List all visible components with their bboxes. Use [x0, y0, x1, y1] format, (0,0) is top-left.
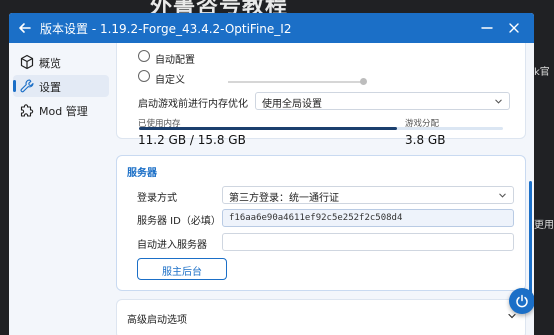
sidebar-item-overview[interactable]: 概览	[13, 51, 109, 73]
radio-custom-label: 自定义	[155, 75, 185, 86]
settings-window: 版本设置 - 1.19.2-Forge_43.4.2-OptiFine_I2 概…	[9, 13, 534, 335]
chevron-down-icon	[495, 99, 502, 104]
optimize-select-value: 使用全局设置	[262, 99, 322, 110]
login-method-select[interactable]: 第三方登录：统一通行证	[222, 186, 514, 204]
sidebar-item-label: 设置	[39, 81, 61, 94]
sidebar: 概览 设置 Mod 管理	[9, 43, 112, 335]
advanced-options-title: 高级启动选项	[127, 315, 187, 326]
close-icon[interactable]	[506, 20, 522, 36]
sidebar-item-label: Mod 管理	[39, 105, 88, 118]
cube-icon	[20, 54, 34, 70]
optimize-select[interactable]: 使用全局设置	[255, 92, 510, 110]
background-edge-text: 更用	[534, 220, 554, 231]
server-id-input[interactable]: f16aa6e90a4611ef92c5e252f2c508d4	[222, 209, 514, 227]
scrollbar[interactable]	[529, 181, 532, 303]
chevron-down-icon	[499, 193, 506, 198]
sidebar-item-mod-manager[interactable]: Mod 管理	[13, 99, 109, 121]
login-method-value: 第三方登录：统一通行证	[229, 193, 339, 204]
sidebar-item-label: 概览	[39, 57, 61, 70]
server-id-label: 服务器 ID（必填）	[137, 216, 221, 227]
memory-slider-thumb[interactable]	[360, 78, 367, 85]
settings-content: 自动配置 自定义 启动游戏前进行内存优化 使用全局设置 已使用内存 游戏分配 1…	[112, 43, 534, 335]
memory-card: 自动配置 自定义 启动游戏前进行内存优化 使用全局设置 已使用内存 游戏分配 1…	[116, 43, 526, 147]
arrow-left-icon[interactable]	[17, 20, 33, 36]
optimize-label: 启动游戏前进行内存优化	[138, 99, 248, 110]
server-backend-button[interactable]: 服主后台	[137, 258, 227, 280]
server-id-value: f16aa6e90a4611ef92c5e252f2c508d4	[229, 213, 403, 223]
auto-join-label: 自动进入服务器	[137, 240, 207, 251]
advanced-options-card[interactable]: 高级启动选项	[116, 299, 526, 335]
active-indicator	[13, 80, 16, 92]
login-method-label: 登录方式	[137, 193, 177, 204]
puzzle-icon	[20, 104, 34, 117]
power-icon	[516, 294, 528, 308]
server-backend-button-label: 服主后台	[162, 267, 202, 278]
server-section-title: 服务器	[127, 168, 157, 179]
used-memory-value: 11.2 GB / 15.8 GB	[138, 133, 246, 147]
memory-slider[interactable]	[228, 81, 365, 83]
radio-auto-config-label: 自动配置	[155, 55, 195, 66]
title-bar: 版本设置 - 1.19.2-Forge_43.4.2-OptiFine_I2	[9, 13, 534, 43]
sidebar-item-settings[interactable]: 设置	[13, 75, 109, 97]
launch-button[interactable]	[509, 288, 534, 314]
allocated-memory-value: 3.8 GB	[405, 133, 446, 147]
radio-auto-config[interactable]	[138, 50, 150, 62]
background-edge-text: k官	[534, 67, 550, 78]
window-title: 版本设置 - 1.19.2-Forge_43.4.2-OptiFine_I2	[40, 22, 292, 36]
radio-custom[interactable]	[138, 70, 150, 82]
wrench-icon	[20, 79, 34, 93]
memory-usage-bar	[139, 127, 503, 130]
server-card: 服务器 登录方式 第三方登录：统一通行证 服务器 ID（必填） f16aa6e9…	[116, 155, 526, 291]
memory-usage-fill	[139, 127, 398, 130]
auto-join-input[interactable]	[222, 233, 514, 251]
minimize-icon[interactable]	[479, 20, 495, 36]
